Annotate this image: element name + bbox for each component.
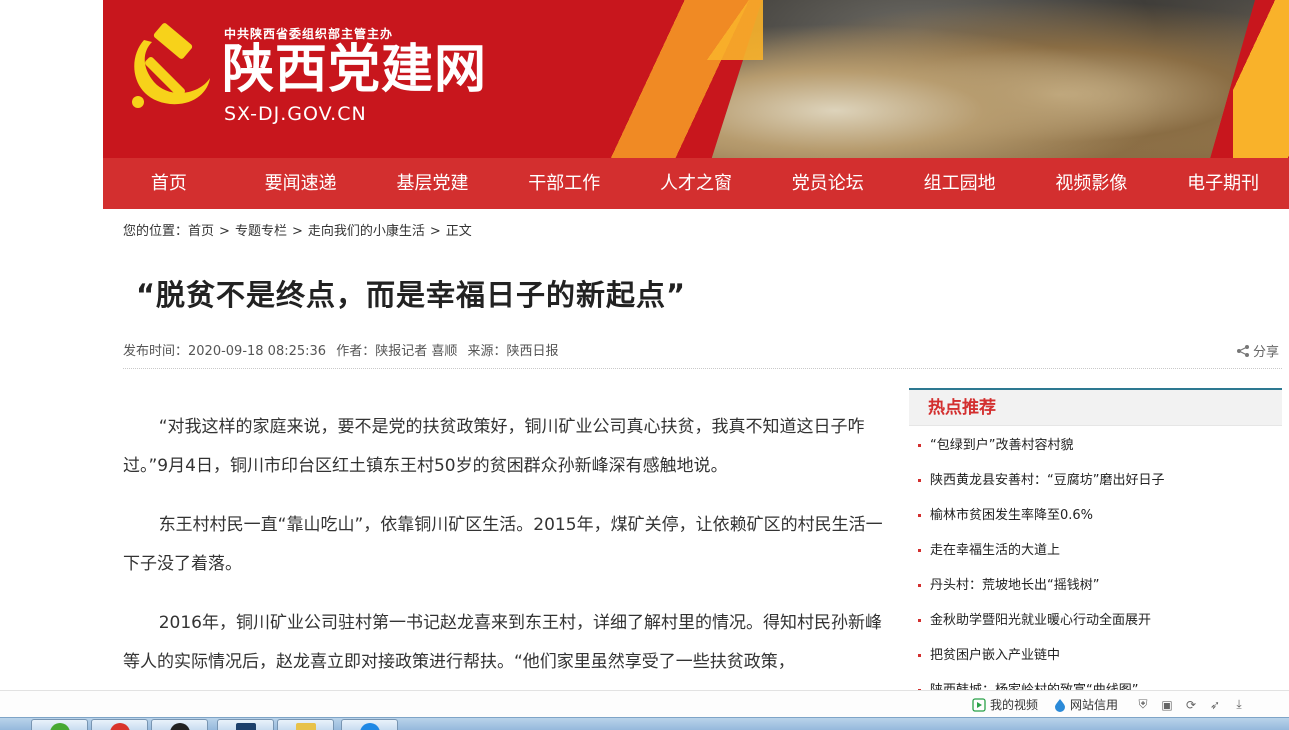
refresh-icon[interactable]: ⟳ bbox=[1182, 696, 1200, 714]
banner-yellow-stripe bbox=[703, 0, 763, 60]
banner-waterfall-photo bbox=[711, 0, 1255, 158]
download-icon[interactable]: ⤓ bbox=[1230, 696, 1248, 714]
nav-item-home[interactable]: 首页 bbox=[103, 158, 235, 209]
site-name[interactable]: 陕西党建网 bbox=[222, 40, 487, 100]
hot-item[interactable]: 走在幸福生活的大道上 bbox=[918, 533, 1282, 568]
breadcrumb-separator: > bbox=[429, 224, 441, 239]
taskbar-app-button[interactable] bbox=[217, 719, 274, 730]
nav-item-forum[interactable]: 党员论坛 bbox=[762, 158, 894, 209]
main-nav: 首页 要闻速递 基层党建 干部工作 人才之窗 党员论坛 组工园地 视频影像 电子… bbox=[103, 158, 1289, 209]
breadcrumb-topic[interactable]: 走向我们的小康生活 bbox=[308, 224, 425, 239]
article-body: “对我这样的家庭来说，要不是党的扶贫政策好，铜川矿业公司真心扶贫，我真不知道这日… bbox=[123, 408, 891, 702]
article-paragraph: 2016年，铜川矿业公司驻村第一书记赵龙喜来到东王村，详细了解村里的情况。得知村… bbox=[123, 613, 882, 672]
hot-item[interactable]: 陕西韩城：杨家岭村的致富“曲线图” bbox=[918, 673, 1282, 690]
browser-status-bar: 我的视频 网站信用 ⛨ ▣ ⟳ ➶ ⤓ bbox=[0, 690, 1289, 717]
hammer-sickle-logo-icon bbox=[132, 23, 210, 108]
nav-item-news[interactable]: 要闻速递 bbox=[235, 158, 367, 209]
browser-icon bbox=[360, 723, 380, 730]
article-meta: 发布时间：2020-09-18 08:25:36 作者：陕报记者 喜顺 来源：陕… bbox=[123, 340, 565, 359]
hot-item[interactable]: 丹头村：荒坡地长出“摇钱树” bbox=[918, 568, 1282, 603]
share-icon bbox=[1237, 344, 1249, 357]
breadcrumb-separator: > bbox=[291, 224, 303, 239]
taskbar-app-button[interactable] bbox=[341, 719, 398, 730]
shield-icon[interactable]: ⛨ bbox=[1134, 696, 1152, 714]
hot-item[interactable]: 榆林市贫困发生率降至0.6% bbox=[918, 498, 1282, 533]
breadcrumb-special[interactable]: 专题专栏 bbox=[235, 224, 287, 239]
breadcrumb-current: 正文 bbox=[445, 224, 472, 239]
nav-item-garden[interactable]: 组工园地 bbox=[894, 158, 1026, 209]
my-video-label: 我的视频 bbox=[990, 698, 1039, 712]
breadcrumb-home[interactable]: 首页 bbox=[188, 224, 214, 239]
site-credit-label: 网站信用 bbox=[1070, 698, 1119, 712]
my-video-button[interactable]: 我的视频 bbox=[972, 696, 1038, 713]
article-paragraph: “对我这样的家庭来说，要不是党的扶贫政策好，铜川矿业公司真心扶贫，我真不知道这日… bbox=[123, 417, 865, 476]
nav-item-video[interactable]: 视频影像 bbox=[1025, 158, 1157, 209]
hot-item[interactable]: 陕西黄龙县安善村：“豆腐坊”磨出好日子 bbox=[918, 463, 1282, 498]
hot-recommend-panel: 热点推荐 “包绿到户”改善村容村貌 陕西黄龙县安善村：“豆腐坊”磨出好日子 榆林… bbox=[909, 388, 1282, 690]
folder-icon bbox=[296, 723, 316, 730]
nav-item-talent[interactable]: 人才之窗 bbox=[630, 158, 762, 209]
hot-item[interactable]: “包绿到户”改善村容村貌 bbox=[918, 428, 1282, 463]
site-credit-button[interactable]: 网站信用 bbox=[1054, 696, 1118, 713]
meta-divider bbox=[123, 368, 1282, 369]
rocket-icon[interactable]: ➶ bbox=[1206, 696, 1224, 714]
breadcrumb: 您的位置：首页 > 专题专栏 > 走向我们的小康生活 > 正文 bbox=[123, 220, 472, 239]
taskbar-app-button[interactable] bbox=[151, 719, 208, 730]
article-paragraph: 东王村村民一直“靠山吃山”，依靠铜川矿区生活。2015年，煤矿关停，让依赖矿区的… bbox=[123, 515, 883, 574]
article-title: “脱贫不是终点，而是幸福日子的新起点” bbox=[136, 278, 687, 312]
app-icon bbox=[170, 723, 190, 730]
taskbar-app-button[interactable] bbox=[31, 719, 88, 730]
banner-yellow-corner bbox=[1233, 0, 1289, 158]
nav-item-cadre[interactable]: 干部工作 bbox=[498, 158, 630, 209]
taskbar-app-button[interactable] bbox=[91, 719, 148, 730]
drop-icon bbox=[1055, 698, 1066, 712]
status-tools: 我的视频 网站信用 ⛨ ▣ ⟳ ➶ ⤓ bbox=[972, 691, 1248, 718]
image-icon[interactable]: ▣ bbox=[1158, 696, 1176, 714]
taskbar-app-button[interactable] bbox=[277, 719, 334, 730]
breadcrumb-separator: > bbox=[219, 224, 230, 239]
hot-recommend-title: 热点推荐 bbox=[909, 390, 1282, 426]
play-icon bbox=[972, 697, 986, 712]
app-icon bbox=[110, 723, 130, 730]
nav-item-grassroots[interactable]: 基层党建 bbox=[367, 158, 499, 209]
article-author: 作者：陕报记者 喜顺 bbox=[336, 344, 458, 359]
share-button[interactable]: 分享 bbox=[1236, 341, 1279, 360]
publish-time: 发布时间：2020-09-18 08:25:36 bbox=[123, 344, 327, 359]
page: 中共陕西省委组织部主管主办 陕西党建网 SX-DJ.GOV.CN 首页 要闻速递… bbox=[0, 0, 1289, 730]
nav-item-ejournal[interactable]: 电子期刊 bbox=[1157, 158, 1289, 209]
hot-item[interactable]: 金秋助学暨阳光就业暖心行动全面展开 bbox=[918, 603, 1282, 638]
app-icon bbox=[50, 723, 70, 730]
os-taskbar bbox=[0, 717, 1289, 730]
hot-item[interactable]: 把贫困户嵌入产业链中 bbox=[918, 638, 1282, 673]
hot-recommend-list: “包绿到户”改善村容村貌 陕西黄龙县安善村：“豆腐坊”磨出好日子 榆林市贫困发生… bbox=[909, 428, 1282, 690]
site-domain: SX-DJ.GOV.CN bbox=[224, 103, 367, 125]
app-icon bbox=[236, 723, 256, 730]
share-label: 分享 bbox=[1253, 345, 1280, 360]
article-source: 来源：陕西日报 bbox=[467, 344, 559, 359]
breadcrumb-prefix: 您的位置： bbox=[123, 224, 189, 239]
